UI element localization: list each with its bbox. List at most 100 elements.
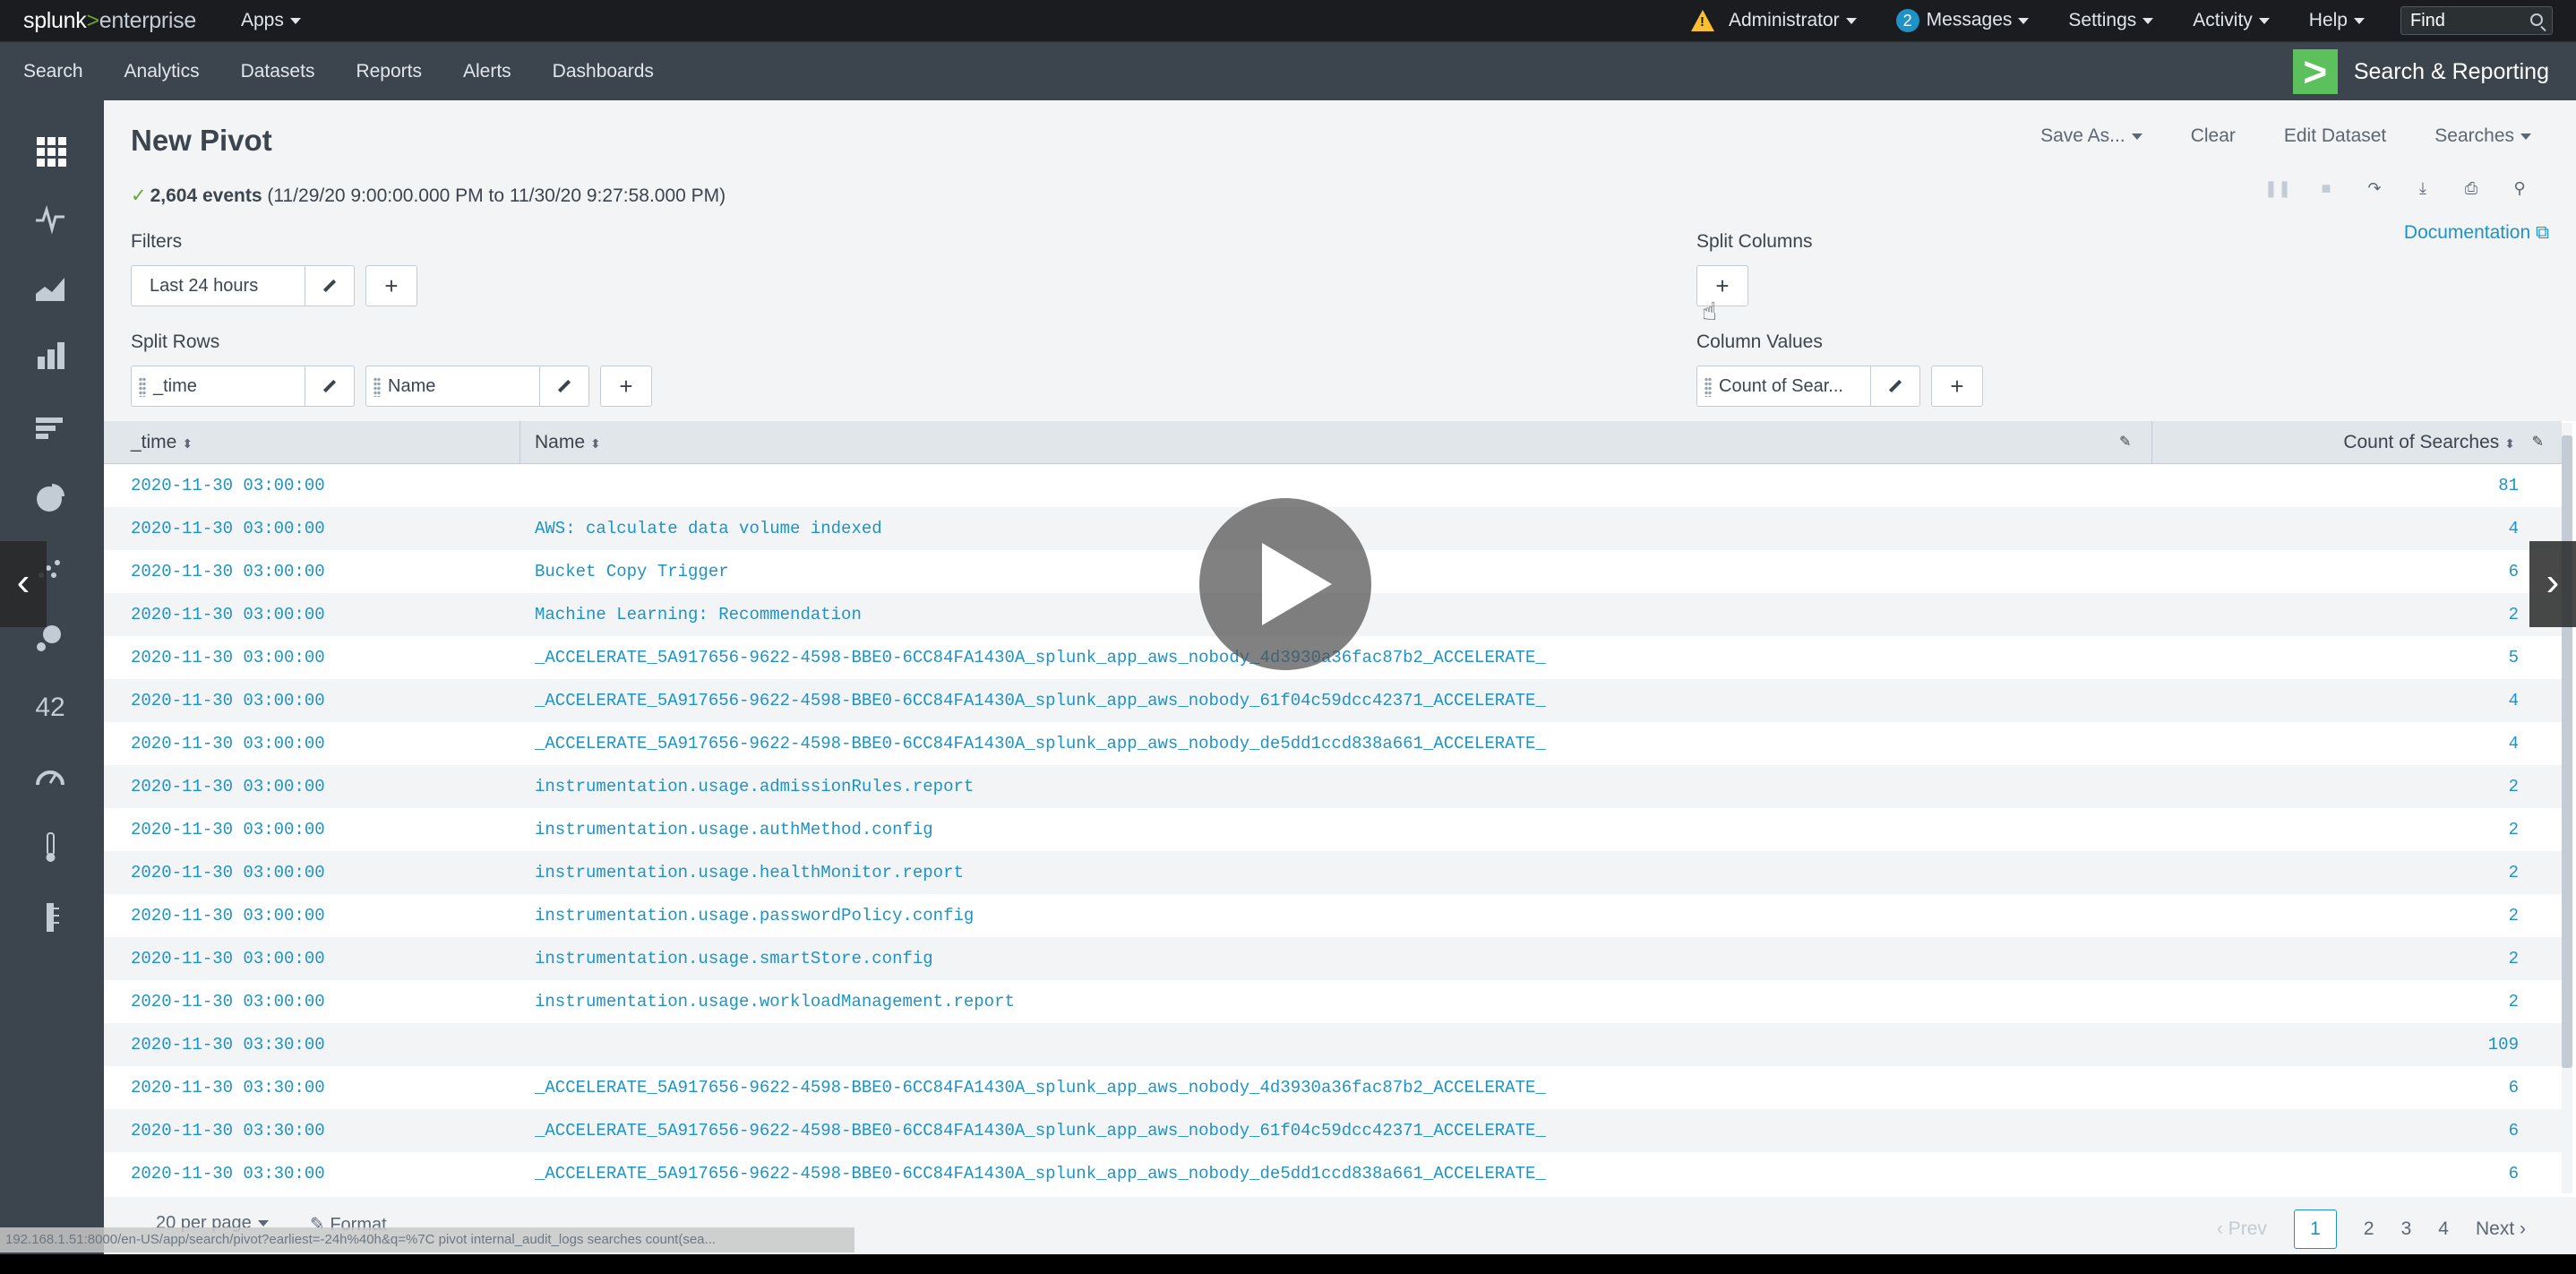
- column-header-time[interactable]: _time ⬍: [131, 421, 193, 464]
- cell-count[interactable]: 6: [2509, 1109, 2519, 1152]
- user-menu[interactable]: Administrator: [1690, 10, 1857, 32]
- table-row[interactable]: 2020-11-30 03:00:00 instrumentation.usage…: [104, 980, 2562, 1023]
- marker-gauge-icon[interactable]: [34, 901, 66, 934]
- table-row[interactable]: 2020-11-30 03:00:00 instrumentation.usage…: [104, 765, 2562, 808]
- edit-column-value-button[interactable]: [1869, 366, 1920, 406]
- edit-split-row-button[interactable]: [538, 366, 589, 406]
- radial-gauge-icon[interactable]: [34, 762, 66, 794]
- table-row[interactable]: 2020-11-30 03:00:00 _ACCELERATE_5A917656-…: [104, 679, 2562, 722]
- nav-item-search[interactable]: Search: [23, 61, 83, 82]
- inspect-icon[interactable]: ⚲: [2495, 179, 2544, 198]
- cell-time[interactable]: 2020-11-30 03:00:00: [131, 851, 325, 894]
- cell-count[interactable]: 4: [2509, 679, 2519, 722]
- find-input[interactable]: Find: [2400, 6, 2553, 35]
- cell-name[interactable]: instrumentation.usage.healthMonitor.repo…: [535, 851, 964, 894]
- filler-gauge-icon[interactable]: [34, 831, 66, 864]
- app-title[interactable]: > Search & Reporting: [2292, 49, 2549, 94]
- cell-time[interactable]: 2020-11-30 03:00:00: [131, 808, 325, 851]
- settings-menu[interactable]: Settings: [2068, 10, 2154, 31]
- table-row[interactable]: 2020-11-30 03:00:00 instrumentation.usage…: [104, 937, 2562, 980]
- split-row-pill-name[interactable]: Name: [365, 366, 589, 407]
- table-row[interactable]: 2020-11-30 03:30:00 _ACCELERATE_5A917656-…: [104, 1109, 2562, 1152]
- cell-name[interactable]: _ACCELERATE_5A917656-9622-4598-BBE0-6CC8…: [535, 1109, 1546, 1152]
- cell-time[interactable]: 2020-11-30 03:00:00: [131, 980, 325, 1023]
- print-icon[interactable]: ⎙: [2447, 179, 2495, 198]
- cell-count[interactable]: 2: [2509, 851, 2519, 894]
- cell-count[interactable]: 2: [2509, 937, 2519, 980]
- cell-name[interactable]: AWS: calculate data volume indexed: [535, 507, 882, 550]
- activity-menu[interactable]: Activity: [2193, 10, 2270, 31]
- cell-name[interactable]: _ACCELERATE_5A917656-9622-4598-BBE0-6CC8…: [535, 722, 1546, 765]
- page-button-3[interactable]: 3: [2401, 1218, 2412, 1240]
- messages-menu[interactable]: 2 Messages: [1895, 9, 2030, 32]
- table-grid-icon[interactable]: [34, 134, 66, 167]
- cell-time[interactable]: 2020-11-30 03:00:00: [131, 937, 325, 980]
- stop-icon[interactable]: ■: [2302, 179, 2350, 198]
- help-menu[interactable]: Help: [2309, 10, 2365, 31]
- filter-pill-time[interactable]: Last 24 hours: [131, 265, 355, 306]
- nav-item-datasets[interactable]: Datasets: [241, 61, 315, 82]
- drag-handle-icon[interactable]: [139, 376, 146, 397]
- nav-item-dashboards[interactable]: Dashboards: [553, 61, 654, 82]
- edit-filter-button[interactable]: [304, 266, 354, 306]
- edit-column-pencil-icon[interactable]: ✎: [2119, 421, 2131, 464]
- cell-count[interactable]: 5: [2509, 636, 2519, 679]
- page-button-1[interactable]: 1: [2293, 1209, 2337, 1249]
- table-row[interactable]: 2020-11-30 03:30:00 _ACCELERATE_5A917656-…: [104, 1152, 2562, 1195]
- cell-count[interactable]: 2: [2509, 980, 2519, 1023]
- cell-time[interactable]: 2020-11-30 03:00:00: [131, 464, 325, 507]
- documentation-link[interactable]: Documentation ⧉: [2404, 222, 2549, 244]
- next-slide-button[interactable]: ›: [2529, 541, 2576, 627]
- cell-count[interactable]: 81: [2498, 464, 2519, 507]
- prev-page-button[interactable]: ‹ Prev: [2217, 1218, 2267, 1240]
- page-button-2[interactable]: 2: [2364, 1218, 2374, 1240]
- add-column-value-button[interactable]: +: [1931, 366, 1983, 407]
- cell-time[interactable]: 2020-11-30 03:00:00: [131, 507, 325, 550]
- table-scrollbar[interactable]: [2562, 423, 2572, 1193]
- cell-time[interactable]: 2020-11-30 03:00:00: [131, 679, 325, 722]
- cell-name[interactable]: _ACCELERATE_5A917656-9622-4598-BBE0-6CC8…: [535, 636, 1546, 679]
- scrollbar-thumb[interactable]: [2562, 435, 2572, 1068]
- clear-button[interactable]: Clear: [2191, 125, 2236, 147]
- edit-column-pencil-icon[interactable]: ✎: [2532, 421, 2544, 464]
- cell-name[interactable]: instrumentation.usage.workloadManagement…: [535, 980, 1015, 1023]
- cell-name[interactable]: _ACCELERATE_5A917656-9622-4598-BBE0-6CC8…: [535, 679, 1546, 722]
- drag-handle-icon[interactable]: [1704, 376, 1712, 397]
- cell-count[interactable]: 2: [2509, 765, 2519, 808]
- splunk-logo[interactable]: splunk>enterprise: [23, 8, 196, 34]
- bar-chart-icon[interactable]: [34, 412, 66, 444]
- cell-count[interactable]: 6: [2509, 1152, 2519, 1195]
- cell-time[interactable]: 2020-11-30 03:00:00: [131, 722, 325, 765]
- nav-item-reports[interactable]: Reports: [356, 61, 422, 82]
- column-header-name[interactable]: Name ⬍: [535, 421, 601, 464]
- cell-time[interactable]: 2020-11-30 03:30:00: [131, 1152, 325, 1195]
- pie-chart-icon[interactable]: [34, 482, 66, 514]
- cell-count[interactable]: 109: [2488, 1023, 2519, 1066]
- cell-time[interactable]: 2020-11-30 03:00:00: [131, 550, 325, 593]
- cell-name[interactable]: Bucket Copy Trigger: [535, 550, 729, 593]
- pause-icon[interactable]: ❚❚: [2254, 179, 2302, 198]
- cell-time[interactable]: 2020-11-30 03:30:00: [131, 1066, 325, 1109]
- area-chart-icon[interactable]: [34, 272, 66, 305]
- table-row[interactable]: 2020-11-30 03:30:00 _ACCELERATE_5A917656-…: [104, 1066, 2562, 1109]
- add-split-row-button[interactable]: +: [600, 366, 652, 407]
- cell-time[interactable]: 2020-11-30 03:00:00: [131, 593, 325, 636]
- cell-name[interactable]: _ACCELERATE_5A917656-9622-4598-BBE0-6CC8…: [535, 1152, 1546, 1195]
- cell-name[interactable]: instrumentation.usage.authMethod.config: [535, 808, 933, 851]
- cell-time[interactable]: 2020-11-30 03:30:00: [131, 1023, 325, 1066]
- cell-count[interactable]: 6: [2509, 1066, 2519, 1109]
- export-icon[interactable]: ⤓: [2399, 179, 2447, 198]
- cell-time[interactable]: 2020-11-30 03:00:00: [131, 765, 325, 808]
- cell-count[interactable]: 2: [2509, 808, 2519, 851]
- column-header-count[interactable]: Count of Searches ⬍: [2343, 421, 2515, 464]
- cell-name[interactable]: instrumentation.usage.admissionRules.rep…: [535, 765, 974, 808]
- edit-dataset-button[interactable]: Edit Dataset: [2284, 125, 2386, 147]
- drag-handle-icon[interactable]: [374, 376, 381, 397]
- cell-time[interactable]: 2020-11-30 03:00:00: [131, 636, 325, 679]
- play-button[interactable]: [1199, 498, 1371, 670]
- search-icon[interactable]: [2530, 13, 2543, 26]
- table-row[interactable]: 2020-11-30 03:00:00 instrumentation.usage…: [104, 894, 2562, 937]
- cell-time[interactable]: 2020-11-30 03:30:00: [131, 1109, 325, 1152]
- cell-count[interactable]: 6: [2509, 550, 2519, 593]
- split-row-pill-time[interactable]: _time: [131, 366, 355, 407]
